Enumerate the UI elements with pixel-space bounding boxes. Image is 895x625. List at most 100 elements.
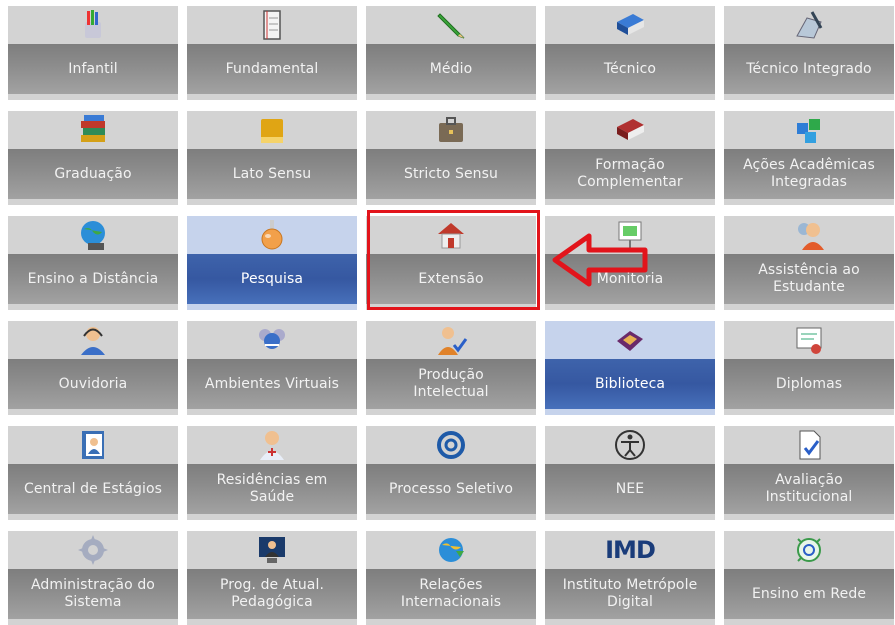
tile-label: Técnico Integrado	[724, 44, 894, 94]
tile-icon-area	[187, 426, 357, 464]
red-book-icon	[617, 119, 644, 140]
tile-icon-area: IMD	[545, 531, 715, 569]
pencil-cup-icon	[85, 10, 101, 38]
menu-tile-29[interactable]: Ensino em Rede	[724, 531, 894, 625]
tile-icon-area	[187, 111, 357, 149]
tile-icon-area	[545, 321, 715, 359]
tile-icon-area	[366, 111, 536, 149]
tile-label: Ambientes Virtuais	[187, 359, 357, 409]
briefcase-icon	[439, 117, 463, 142]
menu-tile-4[interactable]: Técnico Integrado	[724, 6, 894, 100]
monitor-person-icon	[259, 537, 285, 563]
menu-tile-27[interactable]: Relações Internacionais	[366, 531, 536, 625]
certificate-icon	[796, 327, 822, 354]
puzzle-icon	[797, 119, 820, 143]
menu-tile-6[interactable]: Lato Sensu	[187, 111, 357, 205]
globe-computer-icon	[81, 221, 105, 250]
menu-tile-7[interactable]: Stricto Sensu	[366, 111, 536, 205]
tile-icon-area	[724, 216, 894, 254]
menu-tile-22[interactable]: Processo Seletivo	[366, 426, 536, 520]
menu-tile-17[interactable]: Produção Intelectual	[366, 321, 536, 415]
open-book-icon	[617, 331, 643, 351]
tile-icon-area	[8, 531, 178, 569]
tile-label: Fundamental	[187, 44, 357, 94]
tile-label: Assistência ao Estudante	[724, 254, 894, 304]
menu-tile-1[interactable]: Fundamental	[187, 6, 357, 100]
tile-label: Ações Acadêmicas Integradas	[724, 149, 894, 199]
doctor-icon	[260, 431, 284, 460]
support-person-icon	[798, 223, 824, 250]
tile-icon-area	[366, 216, 536, 254]
tile-label: Residências em Saúde	[187, 464, 357, 514]
globe-arrow-icon	[439, 538, 464, 562]
network-at-icon	[797, 538, 821, 562]
menu-tile-23[interactable]: NEE	[545, 426, 715, 520]
tile-icon-area	[724, 321, 894, 359]
menu-tile-12[interactable]: Extensão	[366, 216, 536, 310]
tile-label: Médio	[366, 44, 536, 94]
tile-label: NEE	[545, 464, 715, 514]
menu-grid: Infantil Fundamental Médio Técnico Técnico I…	[8, 6, 894, 625]
tile-icon-area	[545, 6, 715, 44]
menu-tile-11[interactable]: Pesquisa	[187, 216, 357, 310]
menu-tile-0[interactable]: Infantil	[8, 6, 178, 100]
menu-tile-24[interactable]: Avaliação Institucional	[724, 426, 894, 520]
tile-icon-area	[8, 216, 178, 254]
house-icon	[438, 223, 464, 249]
menu-tile-10[interactable]: Ensino a Distância	[8, 216, 178, 310]
document-check-icon	[799, 430, 821, 460]
tile-icon-area	[8, 111, 178, 149]
tile-label: Extensão	[366, 254, 536, 304]
menu-tile-15[interactable]: Ouvidoria	[8, 321, 178, 415]
menu-tile-3[interactable]: Técnico	[545, 6, 715, 100]
tile-label: Ouvidoria	[8, 359, 178, 409]
menu-tile-21[interactable]: Residências em Saúde	[187, 426, 357, 520]
menu-tile-18[interactable]: Biblioteca	[545, 321, 715, 415]
at-sign-icon	[437, 431, 465, 459]
tile-icon-area	[187, 321, 357, 359]
tile-label: Prog. de Atual. Pedagógica	[187, 569, 357, 619]
person-check-icon	[438, 327, 468, 355]
menu-tile-14[interactable]: Assistência ao Estudante	[724, 216, 894, 310]
tile-label: Infantil	[8, 44, 178, 94]
tile-icon-area	[724, 111, 894, 149]
menu-tile-25[interactable]: Administração do Sistema	[8, 531, 178, 625]
tile-label: Diplomas	[724, 359, 894, 409]
red-arrow-icon	[552, 233, 648, 287]
menu-tile-26[interactable]: Prog. de Atual. Pedagógica	[187, 531, 357, 625]
menu-tile-8[interactable]: Formação Complementar	[545, 111, 715, 205]
tile-label: Stricto Sensu	[366, 149, 536, 199]
tile-label: Graduação	[8, 149, 178, 199]
green-pencil-icon	[437, 13, 465, 39]
tile-icon-area	[724, 6, 894, 44]
gear-icon	[78, 535, 108, 565]
tile-label: Formação Complementar	[545, 149, 715, 199]
menu-tile-16[interactable]: Ambientes Virtuais	[187, 321, 357, 415]
tile-icon-area	[545, 426, 715, 464]
virtual-people-icon	[259, 329, 285, 349]
tile-icon-area	[187, 6, 357, 44]
imd-logo-icon: IMD	[605, 536, 656, 564]
menu-tile-28[interactable]: IMD Instituto Metrópole Digital	[545, 531, 715, 625]
menu-tile-5[interactable]: Graduação	[8, 111, 178, 205]
tile-label: Instituto Metrópole Digital	[545, 569, 715, 619]
drawing-tool-icon	[796, 11, 823, 39]
menu-tile-19[interactable]: Diplomas	[724, 321, 894, 415]
menu-tile-2[interactable]: Médio	[366, 6, 536, 100]
tile-icon-area	[187, 531, 357, 569]
tile-label: Central de Estágios	[8, 464, 178, 514]
menu-tile-20[interactable]: Central de Estágios	[8, 426, 178, 520]
tile-label: Ensino em Rede	[724, 569, 894, 619]
accessibility-icon	[615, 430, 645, 460]
tile-icon-area	[366, 531, 536, 569]
yellow-book-icon	[261, 119, 283, 143]
tile-icon-area	[8, 426, 178, 464]
tile-label: Administração do Sistema	[8, 569, 178, 619]
tile-icon-area	[545, 111, 715, 149]
tile-label: Lato Sensu	[187, 149, 357, 199]
tile-icon-area	[8, 321, 178, 359]
menu-tile-9[interactable]: Ações Acadêmicas Integradas	[724, 111, 894, 205]
tile-label: Técnico	[545, 44, 715, 94]
tile-label: Processo Seletivo	[366, 464, 536, 514]
tile-icon-area	[187, 216, 357, 254]
